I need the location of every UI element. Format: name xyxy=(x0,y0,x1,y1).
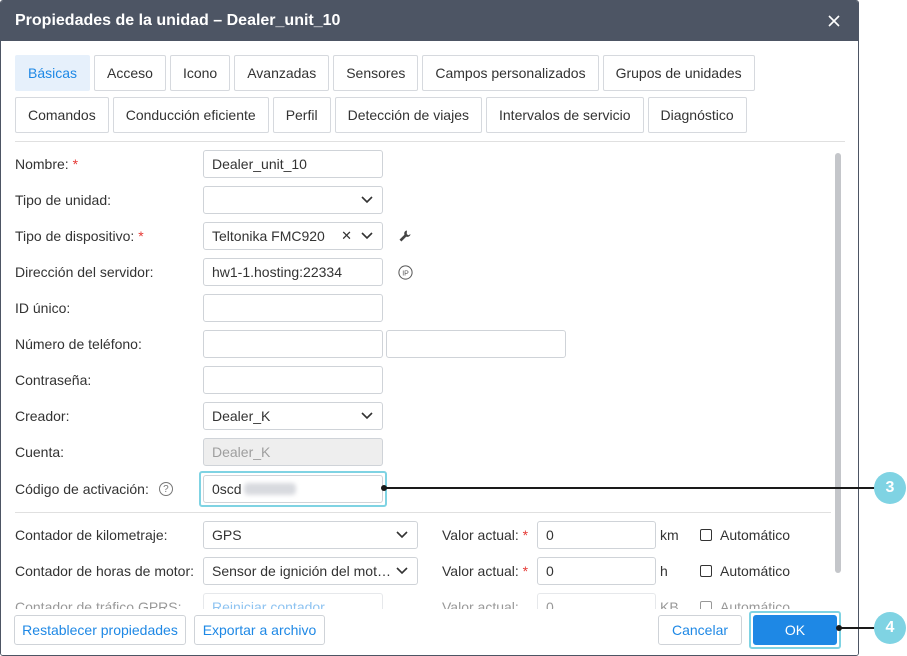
device-type-select[interactable]: Teltonika FMC920 ✕ xyxy=(203,222,383,250)
chevron-down-icon xyxy=(360,409,374,423)
svg-text:IP: IP xyxy=(402,270,409,277)
dialog-footer: Restablecer propiedades Exportar a archi… xyxy=(1,609,858,655)
activation-code-label: Código de activación: ? xyxy=(15,481,203,497)
unit-type-label: Tipo de unidad: xyxy=(15,192,111,208)
engine-hours-unit: h xyxy=(660,563,668,579)
ip-icon[interactable]: IP xyxy=(397,264,413,280)
creator-row: Creador: Dealer_K xyxy=(15,402,383,430)
tab-intervalos-de-servicio[interactable]: Intervalos de servicio xyxy=(486,97,644,133)
gprs-counter-reset[interactable]: Reiniciar contador xyxy=(203,593,383,610)
engine-hours-current-label: Valor actual: * xyxy=(442,563,529,579)
engine-hours-row: Contador de horas de motor: Sensor de ig… xyxy=(15,557,790,585)
unique-id-row: ID único: xyxy=(15,294,383,322)
account-row: Cuenta: Dealer_K xyxy=(15,438,383,466)
unique-id-label: ID único: xyxy=(15,300,71,316)
basic-properties-form: Nombre: * Dealer_unit_10 Tipo de unidad:… xyxy=(1,142,831,610)
cancel-button[interactable]: Cancelar xyxy=(658,615,742,645)
password-input[interactable] xyxy=(203,366,383,394)
engine-hours-auto-checkbox[interactable] xyxy=(700,565,712,577)
chevron-down-icon xyxy=(395,528,409,542)
mileage-counter-row: Contador de kilometraje: GPS Valor actua… xyxy=(15,521,790,549)
tab-row-1: Básicas Acceso Icono Avanzadas Sensores Campo… xyxy=(15,55,849,91)
server-address-field: hw1-1.hosting:22334 xyxy=(203,258,383,286)
mileage-auto-label: Automático xyxy=(720,527,791,543)
engine-hours-label: Contador de horas de motor: xyxy=(15,563,194,579)
ok-button-highlight: OK xyxy=(749,611,841,649)
callout-4-badge: 4 xyxy=(874,612,906,644)
mileage-unit: km xyxy=(660,527,679,543)
activation-code-highlight: 0scd xyxy=(199,471,387,507)
help-icon[interactable]: ? xyxy=(158,482,173,496)
tab-conduccion-eficiente[interactable]: Conducción eficiente xyxy=(112,97,269,133)
tab-comandos[interactable]: Comandos xyxy=(15,97,109,133)
name-row: Nombre: * Dealer_unit_10 xyxy=(15,150,383,178)
password-label: Contraseña: xyxy=(15,372,92,388)
callout-3-badge: 3 xyxy=(874,472,906,504)
reset-properties-button[interactable]: Restablecer propiedades xyxy=(14,615,186,645)
tab-grupos-de-unidades[interactable]: Grupos de unidades xyxy=(602,55,755,91)
tab-campos-personalizados[interactable]: Campos personalizados xyxy=(422,55,599,91)
server-address-row: Dirección del servidor: hw1-1.hosting:22… xyxy=(15,258,413,286)
tab-bar: Básicas Acceso Icono Avanzadas Sensores Campo… xyxy=(15,55,849,139)
activation-code-input[interactable]: 0scd xyxy=(203,475,383,503)
dialog-title: Propiedades de la unidad – Dealer_unit_1… xyxy=(15,12,341,29)
activation-code-row: Código de activación: ? xyxy=(15,475,203,503)
engine-hours-select[interactable]: Sensor de ignición del mot… xyxy=(203,557,418,585)
password-row: Contraseña: xyxy=(15,366,383,394)
name-label: Nombre: * xyxy=(15,156,79,172)
tab-acceso[interactable]: Acceso xyxy=(94,55,166,91)
ok-button[interactable]: OK xyxy=(753,615,837,645)
scrollbar-thumb[interactable] xyxy=(835,153,841,573)
clear-icon[interactable]: ✕ xyxy=(341,228,352,244)
unit-type-row: Tipo de unidad: xyxy=(15,186,383,214)
tab-icono[interactable]: Icono xyxy=(169,55,231,91)
tab-diagnostico[interactable]: Diagnóstico xyxy=(647,97,747,133)
mileage-counter-select[interactable]: GPS xyxy=(203,521,418,549)
tab-avanzadas[interactable]: Avanzadas xyxy=(234,55,330,91)
device-type-row: Tipo de dispositivo: * Teltonika FMC920 … xyxy=(15,222,413,250)
name-input[interactable]: Dealer_unit_10 xyxy=(203,150,383,178)
account-field: Dealer_K xyxy=(203,438,383,466)
mileage-auto-checkbox[interactable] xyxy=(700,529,712,541)
phone-row: Número de teléfono: xyxy=(15,330,566,358)
unique-id-input[interactable] xyxy=(203,294,383,322)
server-address-label: Dirección del servidor: xyxy=(15,264,154,280)
close-icon[interactable] xyxy=(824,11,844,31)
chevron-down-icon xyxy=(395,564,409,578)
mileage-counter-label: Contador de kilometraje: xyxy=(15,527,168,543)
tab-deteccion-de-viajes[interactable]: Detección de viajes xyxy=(334,97,482,133)
tab-perfil[interactable]: Perfil xyxy=(272,97,331,133)
form-scrollbar[interactable] xyxy=(833,153,843,609)
device-type-label: Tipo de dispositivo: * xyxy=(15,228,144,244)
gprs-counter-row: Contador de tráfico GPRS: Reiniciar cont… xyxy=(15,593,790,610)
account-label: Cuenta: xyxy=(15,444,65,460)
tab-row-2: Comandos Conducción eficiente Perfil Detecc… xyxy=(15,97,849,133)
gprs-current-input[interactable]: 0 xyxy=(537,593,656,610)
creator-label: Creador: xyxy=(15,408,70,424)
dialog-titlebar: Propiedades de la unidad – Dealer_unit_1… xyxy=(1,1,858,41)
phone-input-1[interactable] xyxy=(203,330,383,358)
creator-select[interactable]: Dealer_K xyxy=(203,402,383,430)
chevron-down-icon xyxy=(360,229,374,243)
tab-basicas[interactable]: Básicas xyxy=(15,55,91,91)
tab-sensores[interactable]: Sensores xyxy=(333,55,419,91)
callout-3-line xyxy=(384,487,876,489)
engine-hours-current-input[interactable]: 0 xyxy=(537,557,656,585)
phone-label: Número de teléfono: xyxy=(15,336,142,352)
callout-4-line xyxy=(839,627,876,629)
export-to-file-button[interactable]: Exportar a archivo xyxy=(194,615,325,645)
phone-input-2[interactable] xyxy=(386,330,566,358)
mileage-current-input[interactable]: 0 xyxy=(537,521,656,549)
counters-divider xyxy=(15,512,831,513)
unit-properties-dialog: Propiedades de la unidad – Dealer_unit_1… xyxy=(0,0,859,656)
blurred-code xyxy=(243,483,296,495)
unit-type-select[interactable] xyxy=(203,186,383,214)
chevron-down-icon xyxy=(360,193,374,207)
mileage-current-label: Valor actual: * xyxy=(442,527,529,543)
wrench-icon[interactable] xyxy=(397,228,413,244)
engine-hours-auto-label: Automático xyxy=(720,563,791,579)
